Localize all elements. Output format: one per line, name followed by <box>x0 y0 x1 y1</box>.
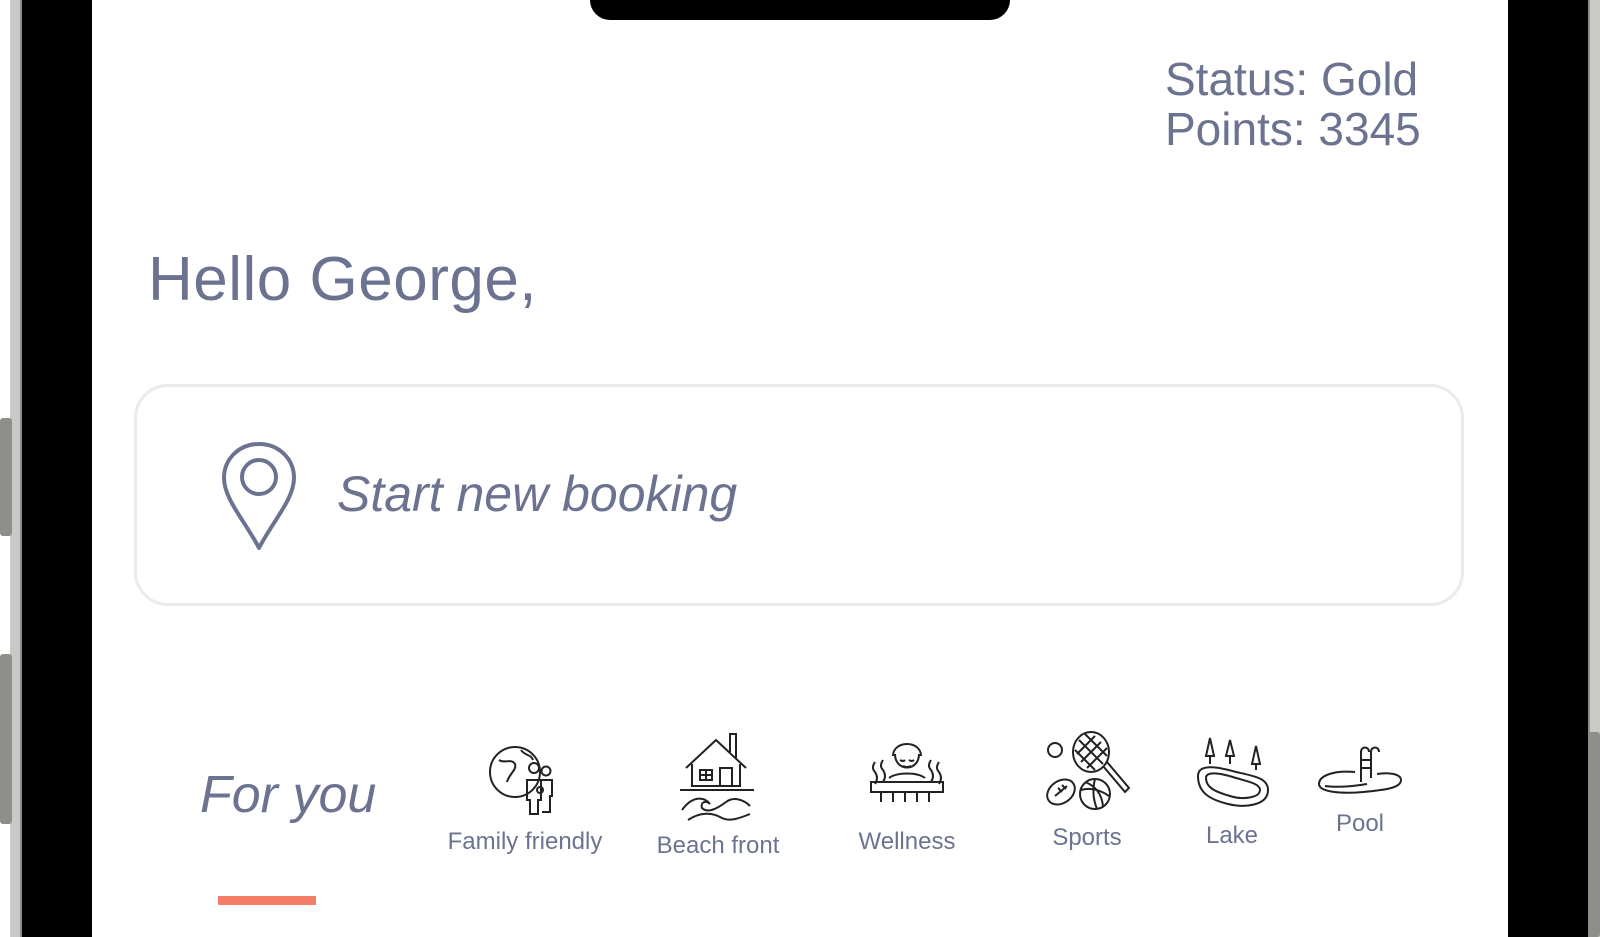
category-label: Lake <box>1205 822 1259 849</box>
phone-bezel-left <box>10 0 102 937</box>
phone-bezel-right <box>1508 0 1600 937</box>
category-beach-front[interactable]: Beach front <box>643 730 793 860</box>
category-label: Wellness <box>858 828 956 855</box>
points-balance: Points: 3345 <box>1165 103 1421 155</box>
category-sports[interactable]: Sports <box>1037 730 1137 852</box>
start-booking-button[interactable]: Start new booking <box>134 384 1464 606</box>
power-button <box>1588 732 1600 937</box>
category-pool[interactable]: Pool <box>1310 744 1410 838</box>
volume-up-button <box>0 418 12 536</box>
sports-balls-icon <box>1037 730 1137 814</box>
family-globe-icon <box>440 738 610 818</box>
category-lake[interactable]: Lake <box>1190 734 1274 850</box>
active-tab-indicator <box>218 896 316 905</box>
status-level: Status: Gold <box>1165 53 1419 105</box>
category-label: Pool <box>1335 810 1385 837</box>
booking-label: Start new booking <box>337 466 738 522</box>
beach-house-icon <box>643 730 793 822</box>
phone-frame: Status: Gold Points: 3345 Hello George, … <box>0 0 1600 937</box>
category-wellness[interactable]: Wellness <box>842 734 972 856</box>
volume-down-button <box>0 654 12 824</box>
category-label: Family friendly <box>447 828 603 855</box>
location-pin-icon <box>221 441 297 551</box>
phone-notch <box>590 0 1010 20</box>
greeting-title: Hello George, <box>148 245 538 314</box>
tab-for-you[interactable]: For you <box>200 765 396 825</box>
category-family-friendly[interactable]: Family friendly <box>440 738 610 856</box>
pool-ladder-icon <box>1310 744 1410 800</box>
lake-trees-icon <box>1190 734 1274 812</box>
tab-for-you-label: For you <box>200 766 377 824</box>
loyalty-status: Status: Gold Points: 3345 <box>1165 54 1421 154</box>
category-label: Beach front <box>656 832 780 859</box>
spa-wellness-icon <box>842 734 972 818</box>
category-label: Sports <box>1052 824 1122 851</box>
